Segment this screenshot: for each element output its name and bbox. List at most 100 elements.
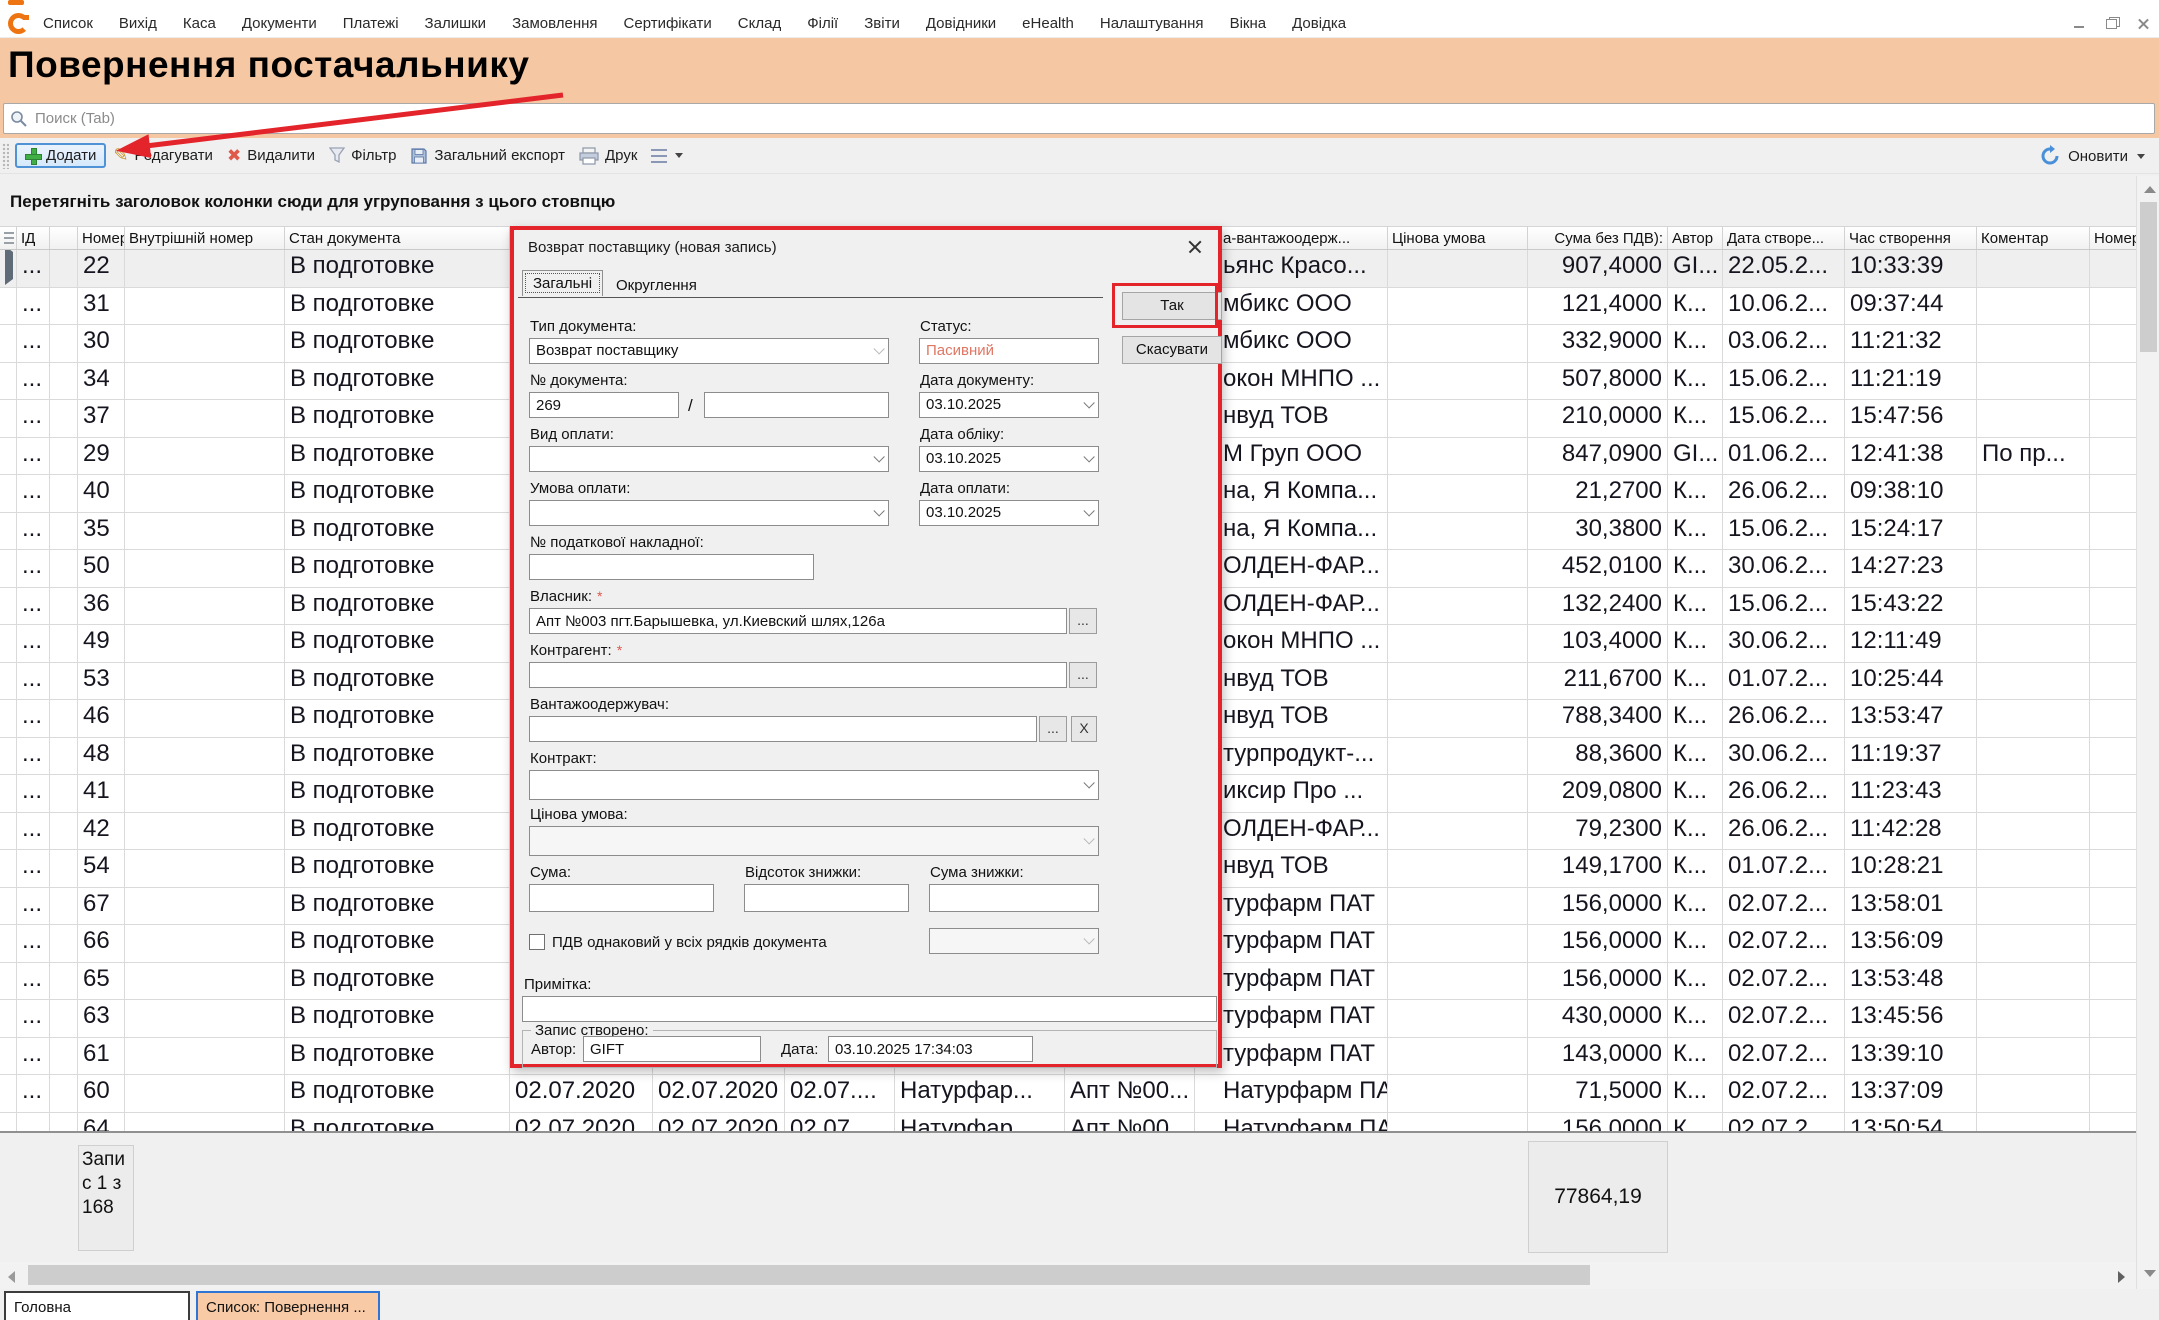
minimize-icon[interactable] xyxy=(2071,17,2089,31)
grid-options-icon[interactable] xyxy=(4,232,14,244)
menu-item-14[interactable]: Вікна xyxy=(1230,15,1267,32)
consignee-input[interactable] xyxy=(529,716,1037,742)
doc-type-label: Тип документа: xyxy=(530,318,636,335)
refresh-button[interactable]: Оновити xyxy=(2039,138,2145,174)
scroll-left-icon[interactable] xyxy=(8,1271,15,1283)
column-header-5[interactable]: Стан документа xyxy=(285,227,510,249)
menu-item-5[interactable]: Залишки xyxy=(425,15,487,32)
cell xyxy=(1977,1113,2090,1131)
cancel-button[interactable]: Скасувати xyxy=(1122,336,1222,364)
column-header-13[interactable]: Сума без ПДВ): xyxy=(1528,227,1668,249)
edit-button[interactable]: Редагувати xyxy=(106,142,220,169)
menu-item-4[interactable]: Платежі xyxy=(343,15,399,32)
view-options-button[interactable] xyxy=(644,146,690,166)
restore-icon[interactable] xyxy=(2103,17,2121,31)
cell: В подготовке xyxy=(285,925,510,962)
menu-item-1[interactable]: Вихід xyxy=(119,15,157,32)
sum-input[interactable] xyxy=(529,884,714,912)
pay-cond-combo[interactable] xyxy=(529,500,889,526)
print-button[interactable]: Друк xyxy=(572,144,644,168)
scroll-right-icon[interactable] xyxy=(2118,1271,2125,1283)
acc-date-combo[interactable]: 03.10.2025 xyxy=(919,446,1099,472)
contragent-browse-button[interactable]: ... xyxy=(1069,662,1097,688)
menu-item-12[interactable]: eHealth xyxy=(1022,15,1074,32)
contragent-input[interactable] xyxy=(529,662,1067,688)
column-header-12[interactable]: Цінова умова xyxy=(1388,227,1528,249)
filter-button[interactable]: Фільтр xyxy=(322,144,403,167)
column-header-17[interactable]: Коментар xyxy=(1977,227,2090,249)
refresh-chevron-icon xyxy=(2137,154,2145,159)
menu-item-7[interactable]: Сертифікати xyxy=(624,15,712,32)
horizontal-scrollbar[interactable] xyxy=(0,1262,2136,1289)
table-row[interactable]: ...60В подготовке02.07.202002.07.202002.… xyxy=(0,1075,2159,1113)
chevron-down-icon xyxy=(1083,777,1094,788)
cell: 26.06.2... xyxy=(1723,700,1845,737)
bottom-tab-1[interactable]: Список: Повернення ... xyxy=(196,1291,380,1320)
vat-checkbox[interactable] xyxy=(529,934,545,950)
owner-browse-button[interactable]: ... xyxy=(1069,608,1097,634)
cell: В подготовке xyxy=(285,1075,510,1112)
column-header-1[interactable]: ІД xyxy=(17,227,50,249)
close-icon[interactable] xyxy=(2135,17,2153,31)
toolbar-grip[interactable] xyxy=(2,143,9,169)
menu-item-8[interactable]: Склад xyxy=(738,15,781,32)
cell: 01.07.2... xyxy=(1723,663,1845,700)
owner-input[interactable] xyxy=(529,608,1067,634)
cell: 66 xyxy=(78,925,125,962)
menu-item-3[interactable]: Документи xyxy=(242,15,317,32)
vat-combo[interactable] xyxy=(929,928,1099,954)
menu-item-6[interactable]: Замовлення xyxy=(512,15,597,32)
menu-item-2[interactable]: Каса xyxy=(183,15,216,32)
doc-type-combo[interactable]: Возврат поставщику xyxy=(529,338,889,364)
column-header-14[interactable]: Автор xyxy=(1668,227,1723,249)
add-button[interactable]: Додати xyxy=(15,143,106,168)
menu-item-15[interactable]: Довідка xyxy=(1292,15,1346,32)
doc-no-suffix-input[interactable] xyxy=(704,392,889,418)
menu-item-0[interactable]: Список xyxy=(43,15,93,32)
delete-button[interactable]: Видалити xyxy=(220,143,322,169)
menu-item-11[interactable]: Довідники xyxy=(926,15,996,32)
cell xyxy=(0,550,17,587)
consignee-clear-button[interactable]: X xyxy=(1071,716,1097,742)
dialog-close-icon[interactable] xyxy=(1186,238,1204,256)
cell: 67 xyxy=(78,888,125,925)
pay-date-combo[interactable]: 03.10.2025 xyxy=(919,500,1099,526)
cell: 48 xyxy=(78,738,125,775)
scroll-down-icon[interactable] xyxy=(2144,1270,2156,1277)
owner-label-text: Власник: xyxy=(530,588,592,605)
column-header-3[interactable]: Номер xyxy=(78,227,125,249)
page-title: Повернення постачальнику xyxy=(8,44,529,86)
column-header-4[interactable]: Внутрішній номер xyxy=(125,227,285,249)
column-header-11[interactable]: а-вантажоодерж... xyxy=(1195,227,1388,249)
table-row-partial[interactable]: ...64В подготовке02.07.202002.07.202002.… xyxy=(0,1113,2159,1132)
doc-date-combo[interactable]: 03.10.2025 xyxy=(919,392,1099,418)
column-header-16[interactable]: Час створення xyxy=(1845,227,1977,249)
menu-item-10[interactable]: Звіти xyxy=(864,15,900,32)
tax-invoice-input[interactable] xyxy=(529,554,814,580)
column-header-2[interactable] xyxy=(50,227,78,249)
search-box[interactable] xyxy=(3,103,2155,134)
bottom-tab-0[interactable]: Головна xyxy=(4,1291,190,1320)
menu-item-13[interactable]: Налаштування xyxy=(1100,15,1204,32)
note-input[interactable] xyxy=(522,996,1217,1022)
tab-general[interactable]: Загальні xyxy=(522,270,603,296)
column-header-0[interactable] xyxy=(0,227,17,249)
price-cond-combo[interactable] xyxy=(529,826,1099,856)
menu-item-9[interactable]: Філії xyxy=(807,15,838,32)
pay-kind-combo[interactable] xyxy=(529,446,889,472)
tab-rounding[interactable]: Округлення xyxy=(606,273,707,298)
consignee-browse-button[interactable]: ... xyxy=(1039,716,1067,742)
cell: 29 xyxy=(78,438,125,475)
search-input[interactable] xyxy=(29,104,2154,133)
doc-no-input[interactable] xyxy=(529,392,679,418)
vertical-scroll-thumb[interactable] xyxy=(2140,202,2157,352)
export-button[interactable]: Загальний експорт xyxy=(403,144,572,168)
discount-sum-input[interactable] xyxy=(929,884,1099,912)
column-header-15[interactable]: Дата створе... xyxy=(1723,227,1845,249)
vertical-scrollbar[interactable] xyxy=(2136,176,2159,1289)
contract-combo[interactable] xyxy=(529,770,1099,800)
group-by-panel[interactable]: Перетягніть заголовок колонки сюди для у… xyxy=(0,174,2159,226)
discount-pct-input[interactable] xyxy=(744,884,909,912)
horizontal-scroll-thumb[interactable] xyxy=(28,1265,1590,1285)
scroll-up-icon[interactable] xyxy=(2144,186,2156,193)
